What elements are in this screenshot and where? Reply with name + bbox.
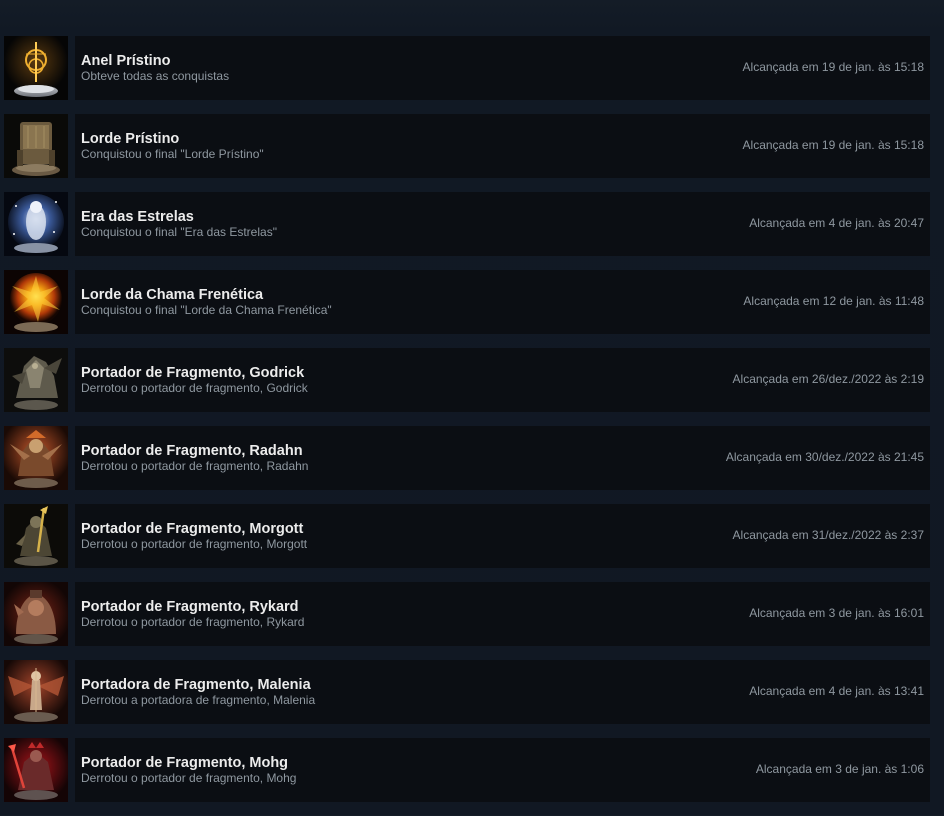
achievement-card: Era das Estrelas Conquistou o final "Era… [75,192,930,256]
morgott-icon [4,504,68,568]
achievement-title: Anel Prístino [81,53,171,69]
achievement-description: Derrotou o portador de fragmento, Mohg [81,771,297,785]
unlock-date: Alcançada em 30/dez./2022 às 21:45 [725,450,924,464]
elden-ring-icon [4,36,68,100]
achievement-title: Portador de Fragmento, Morgott [81,521,304,537]
achievement-card: Portador de Fragmento, Radahn Derrotou o… [75,426,930,490]
achievement-title: Era das Estrelas [81,209,194,225]
unlock-date: Alcançada em 26/dez./2022 às 2:19 [732,372,924,386]
achievement-list: Anel Prístino Obteve todas as conquistas… [4,36,930,816]
rykard-icon [4,582,68,646]
achievement-row[interactable]: Portador de Fragmento, Rykard Derrotou o… [4,582,930,646]
achievement-description: Derrotou o portador de fragmento, Rykard [81,615,305,629]
achievement-title: Portadora de Fragmento, Malenia [81,677,311,693]
achievement-card: Portadora de Fragmento, Malenia Derrotou… [75,660,930,724]
unlock-date: Alcançada em 3 de jan. às 1:06 [755,762,924,776]
unlock-date: Alcançada em 4 de jan. às 13:41 [749,684,924,698]
unlock-date: Alcançada em 31/dez./2022 às 2:37 [732,528,924,542]
achievement-row[interactable]: Portador de Fragmento, Radahn Derrotou o… [4,426,930,490]
achievement-row[interactable]: Anel Prístino Obteve todas as conquistas… [4,36,930,100]
achievement-description: Obteve todas as conquistas [81,69,230,83]
unlock-date: Alcançada em 3 de jan. às 16:01 [749,606,924,620]
stars-icon [4,192,68,256]
achievement-row[interactable]: Lorde da Chama Frenética Conquistou o fi… [4,270,930,334]
radahn-icon [4,426,68,490]
achievement-row[interactable]: Era das Estrelas Conquistou o final "Era… [4,192,930,256]
achievement-title: Lorde Prístino [81,131,180,147]
achievement-description: Conquistou o final "Lorde Prístino" [81,147,264,161]
achievement-card: Lorde Prístino Conquistou o final "Lorde… [75,114,930,178]
unlock-date: Alcançada em 4 de jan. às 20:47 [749,216,924,230]
achievement-card: Lorde da Chama Frenética Conquistou o fi… [75,270,930,334]
achievement-description: Derrotou o portador de fragmento, Radahn [81,459,309,473]
achievement-card: Portador de Fragmento, Morgott Derrotou … [75,504,930,568]
achievement-title: Portador de Fragmento, Godrick [81,365,305,381]
godrick-icon [4,348,68,412]
achievement-title: Portador de Fragmento, Rykard [81,599,299,615]
achievement-card: Portador de Fragmento, Rykard Derrotou o… [75,582,930,646]
achievement-row[interactable]: Portador de Fragmento, Mohg Derrotou o p… [4,738,930,802]
throne-icon [4,114,68,178]
achievement-title: Portador de Fragmento, Radahn [81,443,303,459]
unlock-date: Alcançada em 19 de jan. às 15:18 [742,60,924,74]
achievement-title: Portador de Fragmento, Mohg [81,755,289,771]
achievement-card: Portador de Fragmento, Godrick Derrotou … [75,348,930,412]
achievement-description: Derrotou o portador de fragmento, Godric… [81,381,308,395]
achievement-row[interactable]: Portador de Fragmento, Godrick Derrotou … [4,348,930,412]
malenia-icon [4,660,68,724]
achievement-description: Derrotou a portadora de fragmento, Malen… [81,693,316,707]
unlock-date: Alcançada em 12 de jan. às 11:48 [743,294,924,308]
achievement-card: Anel Prístino Obteve todas as conquistas… [75,36,930,100]
mohg-icon [4,738,68,802]
achievement-description: Conquistou o final "Lorde da Chama Frené… [81,303,332,317]
frenzied-flame-icon [4,270,68,334]
achievement-description: Conquistou o final "Era das Estrelas" [81,225,277,239]
unlock-date: Alcançada em 19 de jan. às 15:18 [742,138,924,152]
achievement-card: Portador de Fragmento, Mohg Derrotou o p… [75,738,930,802]
achievement-title: Lorde da Chama Frenética [81,287,264,303]
achievement-row[interactable]: Lorde Prístino Conquistou o final "Lorde… [4,114,930,178]
achievement-row[interactable]: Portador de Fragmento, Morgott Derrotou … [4,504,930,568]
achievement-description: Derrotou o portador de fragmento, Morgot… [81,537,308,551]
achievement-row[interactable]: Portadora de Fragmento, Malenia Derrotou… [4,660,930,724]
